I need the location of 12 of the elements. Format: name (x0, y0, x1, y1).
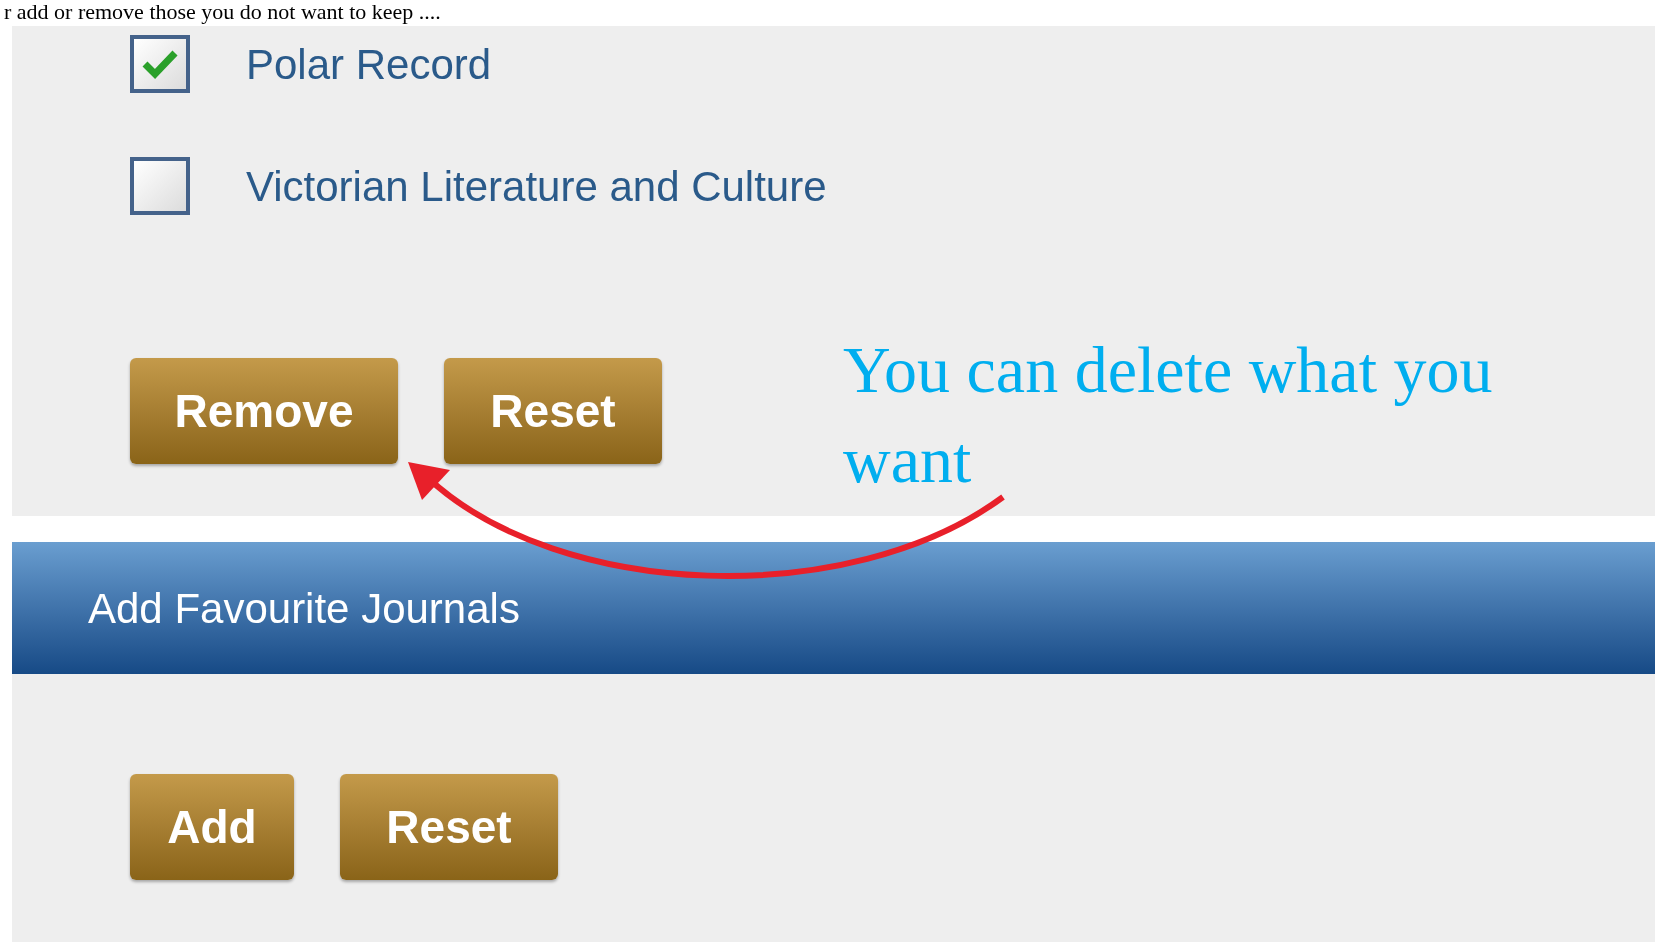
form-button[interactable]: Reset (444, 358, 662, 464)
form-button[interactable]: Reset (340, 774, 558, 880)
checkmark-icon (142, 49, 178, 79)
annotation-text: You can delete what you want (843, 332, 1494, 498)
instruction-text: r add or remove those you do not want to keep .... (3, 0, 442, 26)
checkbox[interactable] (130, 35, 190, 93)
form-button[interactable]: Add (130, 774, 294, 880)
section-title: Add Favourite Journals (88, 583, 520, 634)
checkbox[interactable] (130, 157, 190, 215)
form-button[interactable]: Remove (130, 358, 398, 464)
journal-label[interactable]: Polar Record (246, 32, 492, 96)
journal-label[interactable]: Victorian Literature and Culture (246, 154, 827, 218)
